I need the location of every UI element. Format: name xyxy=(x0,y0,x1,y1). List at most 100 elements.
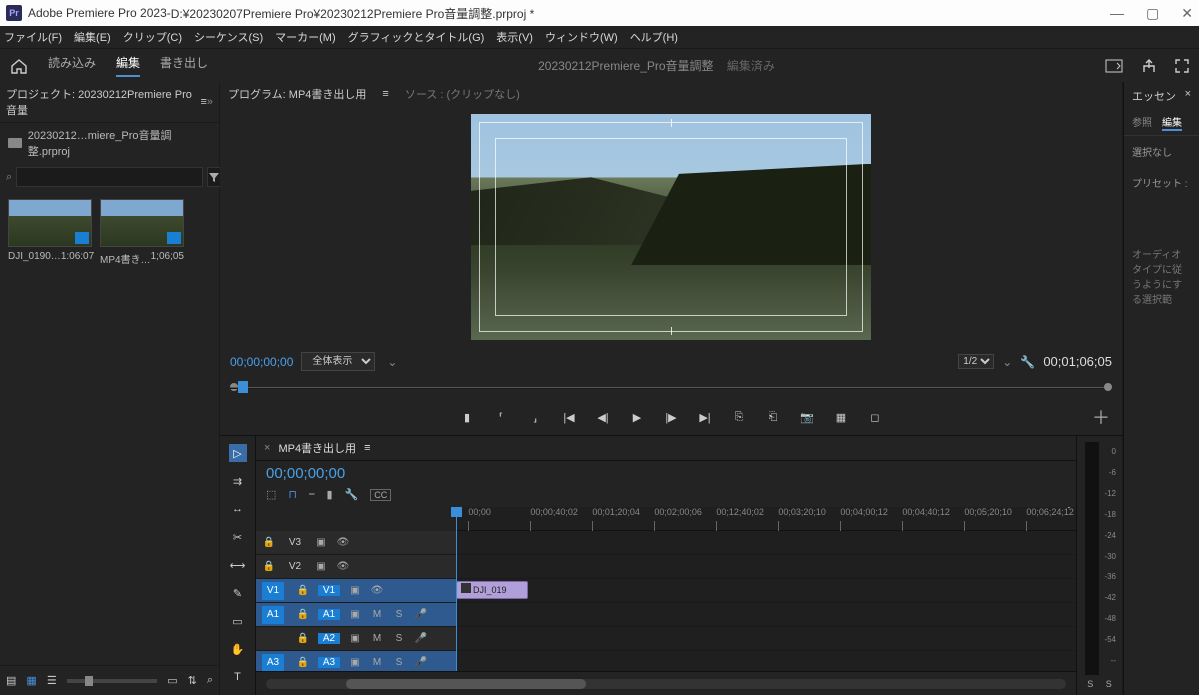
menu-edit[interactable]: 編集(E) xyxy=(74,29,111,45)
solo-icon[interactable]: S xyxy=(392,609,406,620)
mark-out-icon[interactable]: ⸥ xyxy=(527,409,543,425)
source-patch-a1[interactable]: A1 xyxy=(262,606,284,624)
video-clip[interactable]: DJI_019 xyxy=(456,581,528,599)
workspace-tab-export[interactable]: 書き出し xyxy=(160,54,208,77)
caption-icon[interactable]: CC xyxy=(370,489,391,501)
menu-marker[interactable]: マーカー(M) xyxy=(275,29,336,45)
go-to-in-icon[interactable]: |◀ xyxy=(561,409,577,425)
type-tool-icon[interactable]: T xyxy=(229,668,247,686)
project-item[interactable]: DJI_0190…1:06:07 xyxy=(8,199,92,266)
essentials-tab-browse[interactable]: 参照 xyxy=(1132,114,1152,131)
menu-view[interactable]: 表示(V) xyxy=(496,29,533,45)
workspace-tab-import[interactable]: 読み込み xyxy=(48,54,96,77)
extract-icon[interactable]: ⎗ xyxy=(765,409,781,425)
menu-help[interactable]: ヘルプ(H) xyxy=(630,29,678,45)
zoom-fit-select[interactable]: 全体表示 xyxy=(301,352,375,371)
snap-icon[interactable]: ⊓ xyxy=(288,488,297,501)
sequence-menu-icon[interactable]: ≡ xyxy=(364,442,370,454)
menu-graphics[interactable]: グラフィックとタイトル(G) xyxy=(348,29,485,45)
export-frame-icon[interactable]: 📷 xyxy=(799,409,815,425)
panel-chevron-icon[interactable]: » xyxy=(207,96,213,108)
voiceover-icon[interactable]: 🎤 xyxy=(414,633,428,644)
menu-file[interactable]: ファイル(F) xyxy=(4,29,62,45)
slip-tool-icon[interactable]: ⟷ xyxy=(229,556,247,574)
sync-lock-icon[interactable]: ▣ xyxy=(348,609,362,620)
sequence-tab[interactable]: MP4書き出し用 xyxy=(278,440,356,456)
go-to-out-icon[interactable]: ▶| xyxy=(697,409,713,425)
fullscreen-icon[interactable] xyxy=(1175,59,1189,73)
wrench-icon[interactable]: 🔧 xyxy=(345,488,359,501)
settings-icon[interactable]: 🔧 xyxy=(1020,355,1035,369)
workspace-tab-edit[interactable]: 編集 xyxy=(116,54,140,77)
playhead-handle[interactable] xyxy=(238,381,248,393)
thumb-zoom-slider[interactable] xyxy=(67,679,158,683)
sync-lock-icon[interactable]: ▣ xyxy=(314,561,328,572)
program-tab[interactable]: プログラム: MP4書き出し用 xyxy=(228,86,366,102)
bin-row[interactable]: 20230212…miere_Pro音量調整.prproj xyxy=(0,123,219,163)
program-menu-icon[interactable]: ≡ xyxy=(382,88,388,100)
timeline-playhead[interactable] xyxy=(456,507,457,671)
mark-in-icon[interactable]: ⸢ xyxy=(493,409,509,425)
lock-icon[interactable]: 🔒 xyxy=(296,585,310,596)
sync-lock-icon[interactable]: ▣ xyxy=(348,633,362,644)
track-select-tool-icon[interactable]: ⇉ xyxy=(229,472,247,490)
rectangle-tool-icon[interactable]: ▭ xyxy=(229,612,247,630)
eye-icon[interactable]: 👁 xyxy=(370,585,384,596)
play-icon[interactable]: ▶ xyxy=(629,409,645,425)
insert-icon[interactable]: ⬚ xyxy=(266,488,276,501)
razor-tool-icon[interactable]: ✂ xyxy=(229,528,247,546)
timeline-timecode[interactable]: 00;00;00;00 xyxy=(256,461,1076,486)
voiceover-icon[interactable]: 🎤 xyxy=(414,609,428,620)
lock-icon[interactable]: 🔒 xyxy=(296,657,310,668)
mute-icon[interactable]: M xyxy=(370,633,384,644)
new-bin-icon[interactable]: ▭ xyxy=(167,674,177,687)
solo-left[interactable]: S xyxy=(1087,679,1093,689)
share-icon[interactable] xyxy=(1141,59,1157,73)
program-timecode-in[interactable]: 00;00;00;00 xyxy=(230,355,293,369)
project-search-input[interactable] xyxy=(16,167,203,187)
mute-icon[interactable]: M xyxy=(370,609,384,620)
icon-view-icon[interactable]: ☰ xyxy=(47,674,57,687)
time-ruler[interactable]: 00;00 00;00;40;02 00;01;20;04 00;02;00;0… xyxy=(456,507,1076,531)
sync-lock-icon[interactable]: ▣ xyxy=(348,657,362,668)
resolution-select[interactable]: 1/2 xyxy=(958,354,994,369)
marker-icon[interactable]: ▮ xyxy=(327,488,333,501)
add-marker-icon[interactable]: ▮ xyxy=(459,409,475,425)
voiceover-icon[interactable]: 🎤 xyxy=(414,657,428,668)
pen-tool-icon[interactable]: ✎ xyxy=(229,584,247,602)
project-panel-tab[interactable]: プロジェクト: 20230212Premiere Pro音量 ≡ » xyxy=(0,82,219,123)
menu-sequence[interactable]: シーケンス(S) xyxy=(194,29,263,45)
eye-icon[interactable]: 👁 xyxy=(336,561,350,572)
lock-icon[interactable]: 🔒 xyxy=(262,561,276,572)
comparison-icon[interactable]: ▦ xyxy=(833,409,849,425)
home-icon[interactable] xyxy=(10,58,28,74)
solo-icon[interactable]: S xyxy=(392,633,406,644)
solo-right[interactable]: S xyxy=(1106,679,1112,689)
tracks-area[interactable]: 00;00 00;00;40;02 00;01;20;04 00;02;00;0… xyxy=(256,507,1076,671)
button-editor-icon[interactable]: ＋ xyxy=(1092,404,1110,430)
window-close[interactable]: ✕ xyxy=(1181,5,1193,22)
project-item[interactable]: MP4書き…1;06;05 xyxy=(100,199,184,266)
sync-lock-icon[interactable]: ▣ xyxy=(314,537,328,548)
program-monitor[interactable] xyxy=(220,106,1122,348)
lift-icon[interactable]: ⎘ xyxy=(731,409,747,425)
sync-lock-icon[interactable]: ▣ xyxy=(348,585,362,596)
program-scrubber[interactable] xyxy=(230,379,1112,399)
step-back-icon[interactable]: ◀| xyxy=(595,409,611,425)
lock-icon[interactable]: 🔒 xyxy=(262,537,276,548)
panel-close-icon[interactable]: × xyxy=(1185,88,1191,104)
window-maximize[interactable]: ▢ xyxy=(1146,5,1159,22)
keyframe-icon[interactable] xyxy=(1065,507,1073,508)
quick-export-icon[interactable] xyxy=(1105,59,1123,73)
menu-clip[interactable]: クリップ(C) xyxy=(123,29,182,45)
eye-icon[interactable]: 👁 xyxy=(336,537,350,548)
source-tab[interactable]: ソース : (クリップなし) xyxy=(405,86,520,102)
solo-icon[interactable]: S xyxy=(392,657,406,668)
lock-icon[interactable]: 🔒 xyxy=(296,633,310,644)
linked-selection-icon[interactable]: ⎯ xyxy=(309,488,315,501)
list-view-icon[interactable]: ▦ xyxy=(26,674,36,687)
sort-icon[interactable]: ⇅ xyxy=(188,674,197,687)
proxy-icon[interactable]: ◻ xyxy=(867,409,883,425)
timeline-zoom-scrollbar[interactable] xyxy=(266,679,1066,689)
lock-icon[interactable]: 🔒 xyxy=(296,609,310,620)
